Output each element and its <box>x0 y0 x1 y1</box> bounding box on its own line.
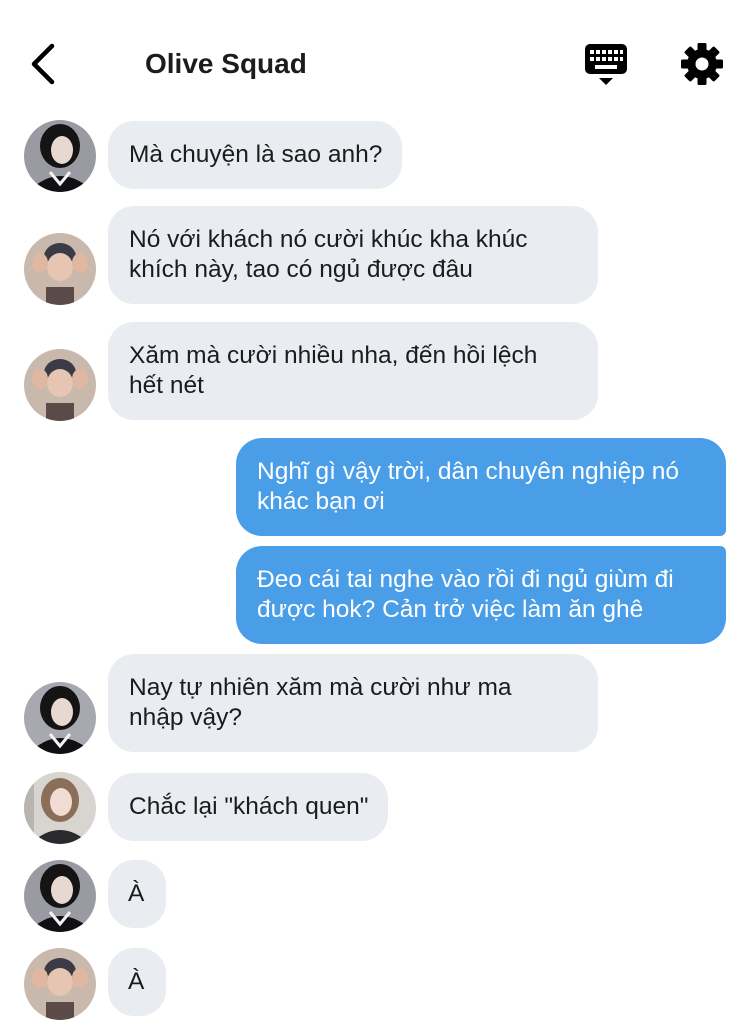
message-bubble[interactable]: À <box>108 860 166 928</box>
message-bubble[interactable]: Nghĩ gì vậy trời, dân chuyên nghiệp nó k… <box>236 438 726 536</box>
avatar[interactable] <box>24 948 96 1020</box>
message-row: Nó với khách nó cười khúc kha khúc khích… <box>0 206 750 306</box>
message-row: À <box>0 946 750 1022</box>
message-bubble[interactable]: Nay tự nhiên xăm mà cười như ma nhập vậy… <box>108 654 598 752</box>
message-bubble[interactable]: Chắc lại "khách quen" <box>108 773 389 841</box>
message-row: Xăm mà cười nhiều nha, đến hồi lệch hết … <box>0 322 750 422</box>
avatar[interactable] <box>24 120 96 192</box>
message-row: Nay tự nhiên xăm mà cười như ma nhập vậy… <box>0 654 750 754</box>
avatar[interactable] <box>24 860 96 932</box>
message-bubble[interactable]: À <box>108 948 166 1016</box>
avatar[interactable] <box>24 772 96 844</box>
message-row: Mà chuyện là sao anh? <box>0 118 750 194</box>
message-bubble[interactable]: Đeo cái tai nghe vào rồi đi ngủ giùm đi … <box>236 546 726 644</box>
message-bubble[interactable]: Nó với khách nó cười khúc kha khúc khích… <box>108 206 598 304</box>
message-row: Chắc lại "khách quen" <box>0 770 750 846</box>
message-list[interactable]: Mà chuyện là sao anh? Nó với khách nó cư… <box>0 0 750 1025</box>
avatar[interactable] <box>24 682 96 754</box>
message-bubble[interactable]: Mà chuyện là sao anh? <box>108 121 403 189</box>
message-bubble[interactable]: Xăm mà cười nhiều nha, đến hồi lệch hết … <box>108 322 598 420</box>
message-row: Nghĩ gì vậy trời, dân chuyên nghiệp nó k… <box>0 438 750 538</box>
chat-screen: Olive Squad Mà chuyện là sao anh? Nó với… <box>0 0 750 1025</box>
avatar[interactable] <box>24 349 96 421</box>
avatar[interactable] <box>24 233 96 305</box>
message-row: À <box>0 858 750 934</box>
message-row: Đeo cái tai nghe vào rồi đi ngủ giùm đi … <box>0 546 750 646</box>
